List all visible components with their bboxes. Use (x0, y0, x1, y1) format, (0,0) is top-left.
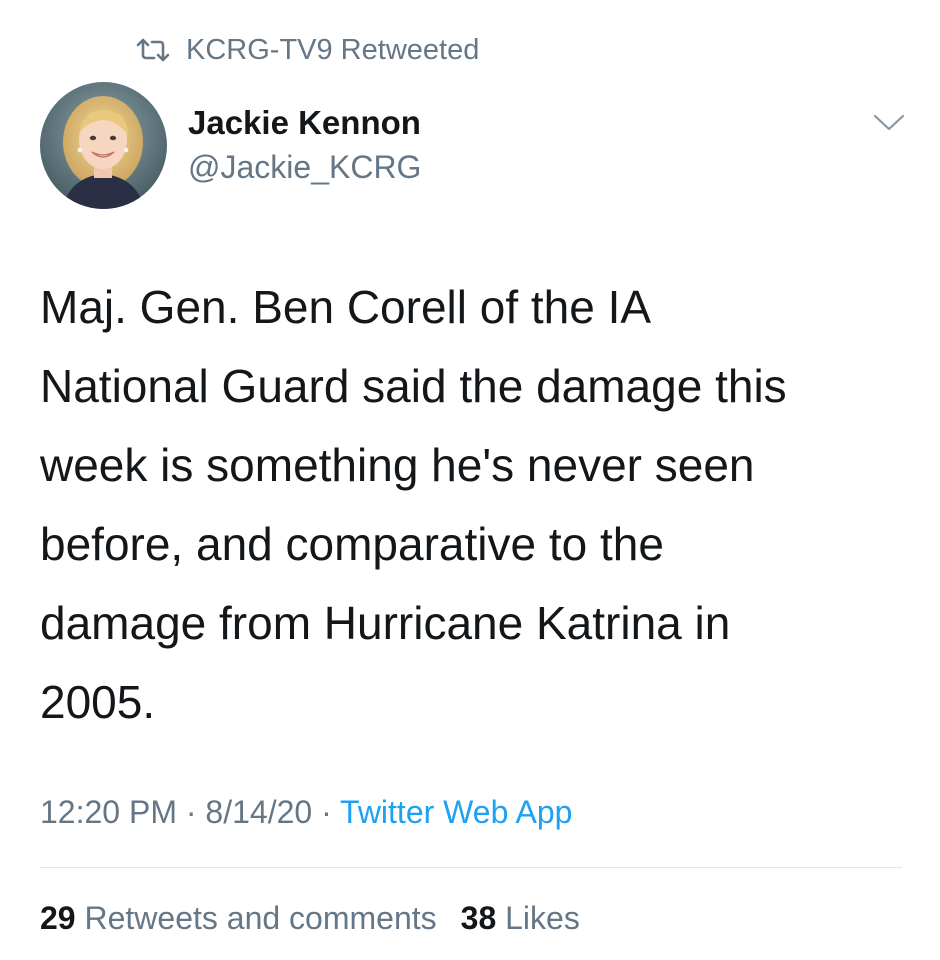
likes-count: 38 (460, 900, 497, 936)
author-handle[interactable]: @Jackie_KCRG (188, 144, 421, 190)
profile-photo (40, 82, 167, 209)
tweet-date[interactable]: 8/14/20 (205, 794, 312, 830)
tweet-source-link[interactable]: Twitter Web App (340, 794, 572, 830)
retweeted-by-label[interactable]: KCRG-TV9 Retweeted (186, 34, 479, 67)
retweets-stat[interactable]: 29 Retweets and comments (40, 900, 437, 936)
meta-separator: · (321, 794, 332, 830)
retweets-label: Retweets and comments (84, 900, 437, 936)
retweet-icon (136, 38, 170, 62)
likes-stat[interactable]: 38 Likes (461, 900, 580, 936)
likes-label: Likes (505, 900, 580, 936)
tweet-text: Maj. Gen. Ben Corell of the IA National … (40, 281, 787, 728)
retweets-count: 29 (40, 900, 76, 936)
tweet-stats: 29 Retweets and comments 38 Likes (40, 893, 580, 943)
retweet-banner: KCRG-TV9 Retweeted (136, 30, 479, 70)
tweet-time[interactable]: 12:20 PM (40, 794, 177, 830)
avatar[interactable] (40, 82, 167, 209)
author-name[interactable]: Jackie Kennon (188, 102, 421, 144)
tweet-metadata: 12:20 PM · 8/14/20 · Twitter Web App (40, 787, 572, 837)
author-block[interactable]: Jackie Kennon @Jackie_KCRG (188, 102, 421, 190)
divider (40, 867, 902, 868)
meta-separator: · (185, 794, 197, 830)
chevron-down-icon[interactable] (872, 112, 906, 134)
